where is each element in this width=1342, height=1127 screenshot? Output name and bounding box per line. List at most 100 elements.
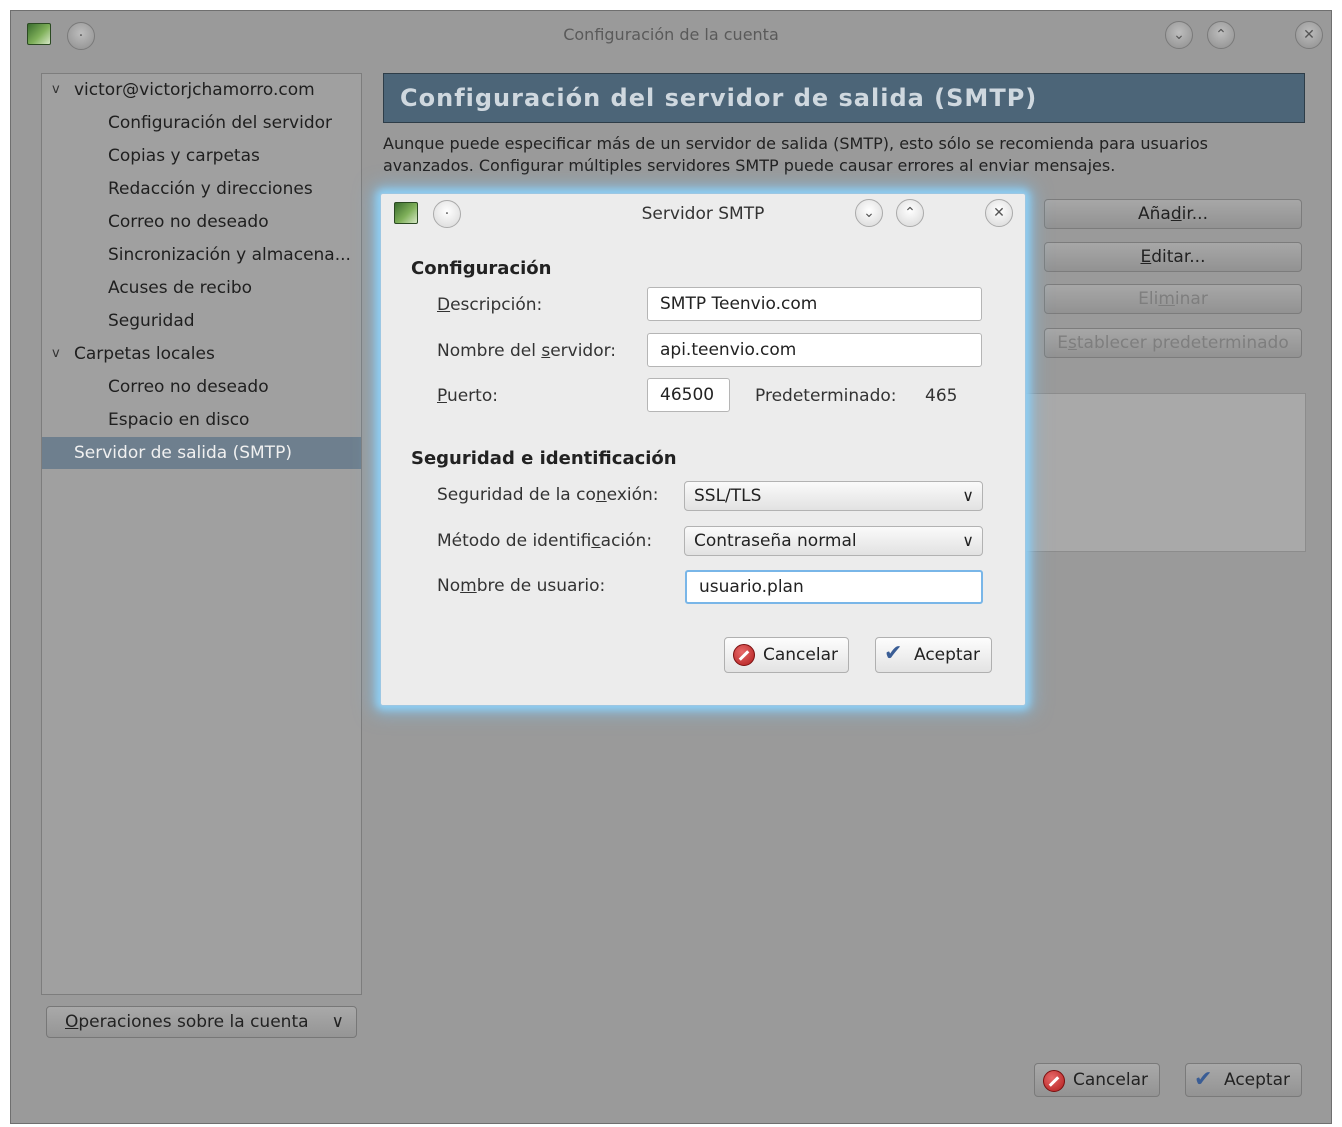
checkmark-icon: ✔ xyxy=(1194,1067,1213,1092)
label-part: bre de usuario: xyxy=(476,576,606,596)
chevron-down-icon: ∨ xyxy=(962,486,974,505)
add-button[interactable]: Añadir... xyxy=(1044,199,1302,229)
chevron-down-icon[interactable]: v xyxy=(52,74,60,106)
label-part: escripción: xyxy=(450,295,543,315)
cancel-icon xyxy=(1043,1070,1065,1092)
select-value: SSL/TLS xyxy=(694,486,762,506)
label-part: E xyxy=(1057,333,1069,353)
mnemonic: d xyxy=(1170,204,1182,224)
dialog-accept-button[interactable]: ✔ Aceptar xyxy=(875,637,992,673)
chevron-down-icon[interactable]: ⌄ xyxy=(855,199,883,227)
delete-button[interactable]: Eliminar xyxy=(1044,284,1302,314)
tree-item-server-settings[interactable]: Configuración del servidor xyxy=(42,107,361,139)
tree-item-account[interactable]: v victor@victorjchamorro.com xyxy=(42,74,361,106)
mnemonic: P xyxy=(437,386,447,406)
security-group-title: Seguridad e identificación xyxy=(411,448,677,469)
mnemonic: n xyxy=(595,485,607,505)
smtp-server-list[interactable] xyxy=(1024,393,1306,552)
dialog-cancel-button[interactable]: Cancelar xyxy=(724,637,849,673)
port-label: Puerto: xyxy=(437,386,498,406)
set-default-button[interactable]: Establecer predeterminado xyxy=(1044,328,1302,358)
cancel-icon xyxy=(733,644,755,666)
smtp-server-dialog: · Servidor SMTP ⌄ ⌃ ✕ Configuración Desc… xyxy=(380,193,1026,706)
tree-item-label: Carpetas locales xyxy=(74,344,215,364)
connection-security-select[interactable]: SSL/TLS ∨ xyxy=(684,481,983,511)
auth-method-select[interactable]: Contraseña normal ∨ xyxy=(684,526,983,556)
chevron-up-icon[interactable]: ⌃ xyxy=(1207,21,1235,49)
tree-item-label: Seguridad xyxy=(108,311,195,331)
tree-item-label: Redacción y direcciones xyxy=(108,179,313,199)
account-operations-button[interactable]: Operaciones sobre la cuenta ∨ xyxy=(46,1006,357,1038)
label-part: Eli xyxy=(1138,289,1159,309)
checkmark-icon: ✔ xyxy=(884,641,903,666)
auth-method-label: Método de identificación: xyxy=(437,531,652,551)
tree-item-composition[interactable]: Redacción y direcciones xyxy=(42,173,361,205)
button-label: Cancelar xyxy=(763,645,838,665)
tree-item-junk[interactable]: Correo no deseado xyxy=(42,206,361,238)
tree-item-copies-folders[interactable]: Copias y carpetas xyxy=(42,140,361,172)
mnemonic: m xyxy=(1158,289,1175,309)
tree-item-label: Sincronización y almacena... xyxy=(108,245,351,265)
label-part: tablecer predeterminado xyxy=(1076,333,1289,353)
tree-item-label: Espacio en disco xyxy=(108,410,250,430)
chevron-down-icon: ∨ xyxy=(331,1012,344,1032)
mnemonic: E xyxy=(1140,247,1152,267)
label-part: ir... xyxy=(1181,204,1208,224)
label-part: ervidor: xyxy=(550,341,617,361)
accept-button[interactable]: ✔ Aceptar xyxy=(1185,1063,1302,1097)
mnemonic: s xyxy=(1068,333,1077,353)
connection-security-label: Seguridad de la conexión: xyxy=(437,485,659,505)
default-port-value: 465 xyxy=(925,386,958,406)
server-name-label: Nombre del servidor: xyxy=(437,341,616,361)
tree-item-disk-space[interactable]: Espacio en disco xyxy=(42,404,361,436)
chevron-up-icon[interactable]: ⌃ xyxy=(896,199,924,227)
tree-item-local-folders[interactable]: v Carpetas locales xyxy=(42,338,361,370)
label-part: Aña xyxy=(1138,204,1171,224)
main-titlebar: · Configuración de la cuenta ⌄ ⌃ ✕ xyxy=(11,11,1331,61)
tree-item-label: Correo no deseado xyxy=(108,377,269,397)
username-input[interactable]: usuario.plan xyxy=(685,570,983,604)
mnemonic: D xyxy=(437,295,451,315)
section-description: Aunque puede especificar más de un servi… xyxy=(383,134,1208,175)
label-part: ditar... xyxy=(1151,247,1206,267)
tree-item-security[interactable]: Seguridad xyxy=(42,305,361,337)
button-label: Cancelar xyxy=(1073,1070,1148,1090)
button-label: Aceptar xyxy=(914,645,980,665)
tree-item-receipts[interactable]: Acuses de recibo xyxy=(42,272,361,304)
default-port-label: Predeterminado: xyxy=(755,386,897,406)
mnemonic: s xyxy=(541,341,551,361)
mnemonic: c xyxy=(591,531,601,551)
label-part: Método de identifi xyxy=(437,531,592,551)
dialog-title: Servidor SMTP xyxy=(641,204,765,224)
label-part: inar xyxy=(1174,289,1208,309)
button-label: peraciones sobre la cuenta xyxy=(78,1012,309,1032)
chevron-down-icon[interactable]: v xyxy=(52,338,60,370)
cancel-button[interactable]: Cancelar xyxy=(1034,1063,1160,1097)
label-part: exión: xyxy=(606,485,659,505)
tree-item-local-junk[interactable]: Correo no deseado xyxy=(42,371,361,403)
tree-item-sync-storage[interactable]: Sincronización y almacena... xyxy=(42,239,361,271)
tree-item-label: victor@victorjchamorro.com xyxy=(74,80,315,100)
port-input[interactable]: 46500 xyxy=(647,378,730,412)
close-icon[interactable]: ✕ xyxy=(1295,21,1323,49)
account-tree[interactable]: v victor@victorjchamorro.com Configuraci… xyxy=(41,73,362,995)
dialog-titlebar: · Servidor SMTP ⌄ ⌃ ✕ xyxy=(381,194,1025,234)
chevron-down-icon[interactable]: ⌄ xyxy=(1165,21,1193,49)
tree-item-smtp[interactable]: Servidor de salida (SMTP) xyxy=(42,437,361,469)
select-value: Contraseña normal xyxy=(694,531,857,551)
mnemonic: O xyxy=(65,1012,79,1032)
edit-button[interactable]: Editar... xyxy=(1044,242,1302,272)
label-part: Nombre del xyxy=(437,341,542,361)
label-part: Seguridad de la co xyxy=(437,485,596,505)
mnemonic: m xyxy=(460,576,477,596)
server-name-input[interactable]: api.teenvio.com xyxy=(647,333,982,367)
button-label: Aceptar xyxy=(1224,1070,1290,1090)
close-icon[interactable]: ✕ xyxy=(985,199,1013,227)
description-input[interactable]: SMTP Teenvio.com xyxy=(647,287,982,321)
page-title: Configuración del servidor de salida (SM… xyxy=(383,73,1305,123)
tree-item-label: Correo no deseado xyxy=(108,212,269,232)
label-part: ación: xyxy=(600,531,653,551)
tree-item-label: Acuses de recibo xyxy=(108,278,253,298)
label-part: uerto: xyxy=(446,386,498,406)
tree-item-label: Copias y carpetas xyxy=(108,146,260,166)
